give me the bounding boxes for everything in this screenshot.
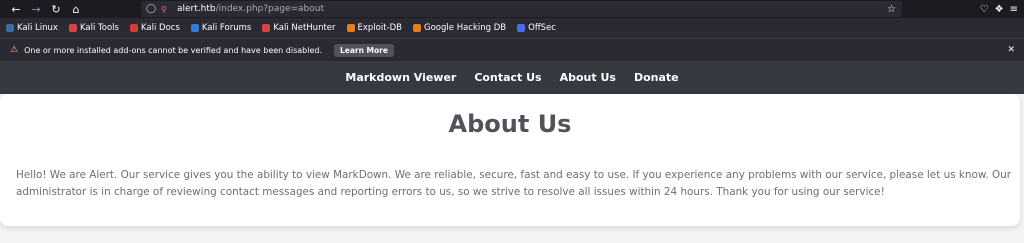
bookmarks-bar: Kali Linux Kali Tools Kali Docs Kali Forums… [0,18,1024,38]
kali-tools-icon [68,24,77,32]
menu-icon[interactable]: ≡ [1010,4,1018,15]
browser-toolbar: ← → ↻ ⌂ ◯ ⚲ alert.htb/index.php?page=abo… [0,0,1024,18]
warning-message: One or more installed add-ons cannot be … [24,45,322,55]
warning-icon: ⚠ [10,45,19,55]
bookmark-item[interactable]: Kali NetHunter [262,23,336,33]
about-card: About Us Hello! We are Alert. Our servic… [0,94,1020,226]
bookmark-label: Kali Forums [201,23,252,33]
ghdb-icon [413,24,422,32]
lock-icon[interactable]: ⚲ [161,5,173,14]
addon-warning-bar: ⚠ One or more installed add-ons cannot b… [0,38,1024,61]
kali-forums-icon [190,24,199,32]
shield-icon[interactable]: ◯ [146,4,158,14]
bookmark-label: Kali NetHunter [273,23,336,33]
kali-icon [6,24,14,32]
about-text: Hello! We are Alert. Our service gives y… [16,169,1012,198]
forward-arrow-icon[interactable]: → [26,0,46,18]
bookmark-item[interactable]: Exploit-DB [346,23,403,33]
url-host: alert.htb [177,4,216,14]
bookmark-item[interactable]: Google Hacking DB [413,23,506,33]
reload-icon[interactable]: ↻ [46,0,66,18]
page-title: About Us [448,110,572,138]
back-arrow-icon[interactable]: ← [6,0,26,18]
bookmark-item[interactable]: Kali Docs [129,23,180,33]
bookmark-label: OffSec [528,23,556,33]
nav-contact-us[interactable]: Contact Us [474,71,541,84]
bookmark-label: Kali Linux [17,23,58,33]
bookmark-item[interactable]: Kali Linux [6,23,58,33]
nav-markdown-viewer[interactable]: Markdown Viewer [345,71,456,84]
bookmark-item[interactable]: Kali Tools [68,23,119,33]
bookmark-label: Kali Tools [79,23,119,33]
exploit-db-icon [346,24,355,32]
kali-docs-icon [129,24,138,32]
nav-donate[interactable]: Donate [634,71,679,84]
learn-more-button[interactable]: Learn More [333,43,394,57]
address-bar[interactable]: ◯ ⚲ alert.htb/index.php?page=about ☆ [141,1,902,17]
bookmark-label: Kali Docs [140,23,180,33]
site-navbar: Markdown Viewer Contact Us About Us Dona… [0,61,1024,94]
bookmark-label: Google Hacking DB [424,23,507,33]
url-path: /index.php?page=about [215,4,325,14]
close-icon[interactable]: ✕ [1007,45,1015,55]
bookmark-star-icon[interactable]: ☆ [887,4,896,15]
home-icon[interactable]: ⌂ [66,0,86,18]
offsec-icon [517,24,526,32]
pocket-icon[interactable]: ♡ [980,4,989,15]
bookmark-item[interactable]: OffSec [517,23,556,33]
nethunter-icon [262,24,271,32]
nav-about-us[interactable]: About Us [560,71,616,84]
bookmark-label: Exploit-DB [357,23,403,33]
bookmark-item[interactable]: Kali Forums [190,23,252,33]
extensions-icon[interactable]: ❖ [995,4,1004,15]
